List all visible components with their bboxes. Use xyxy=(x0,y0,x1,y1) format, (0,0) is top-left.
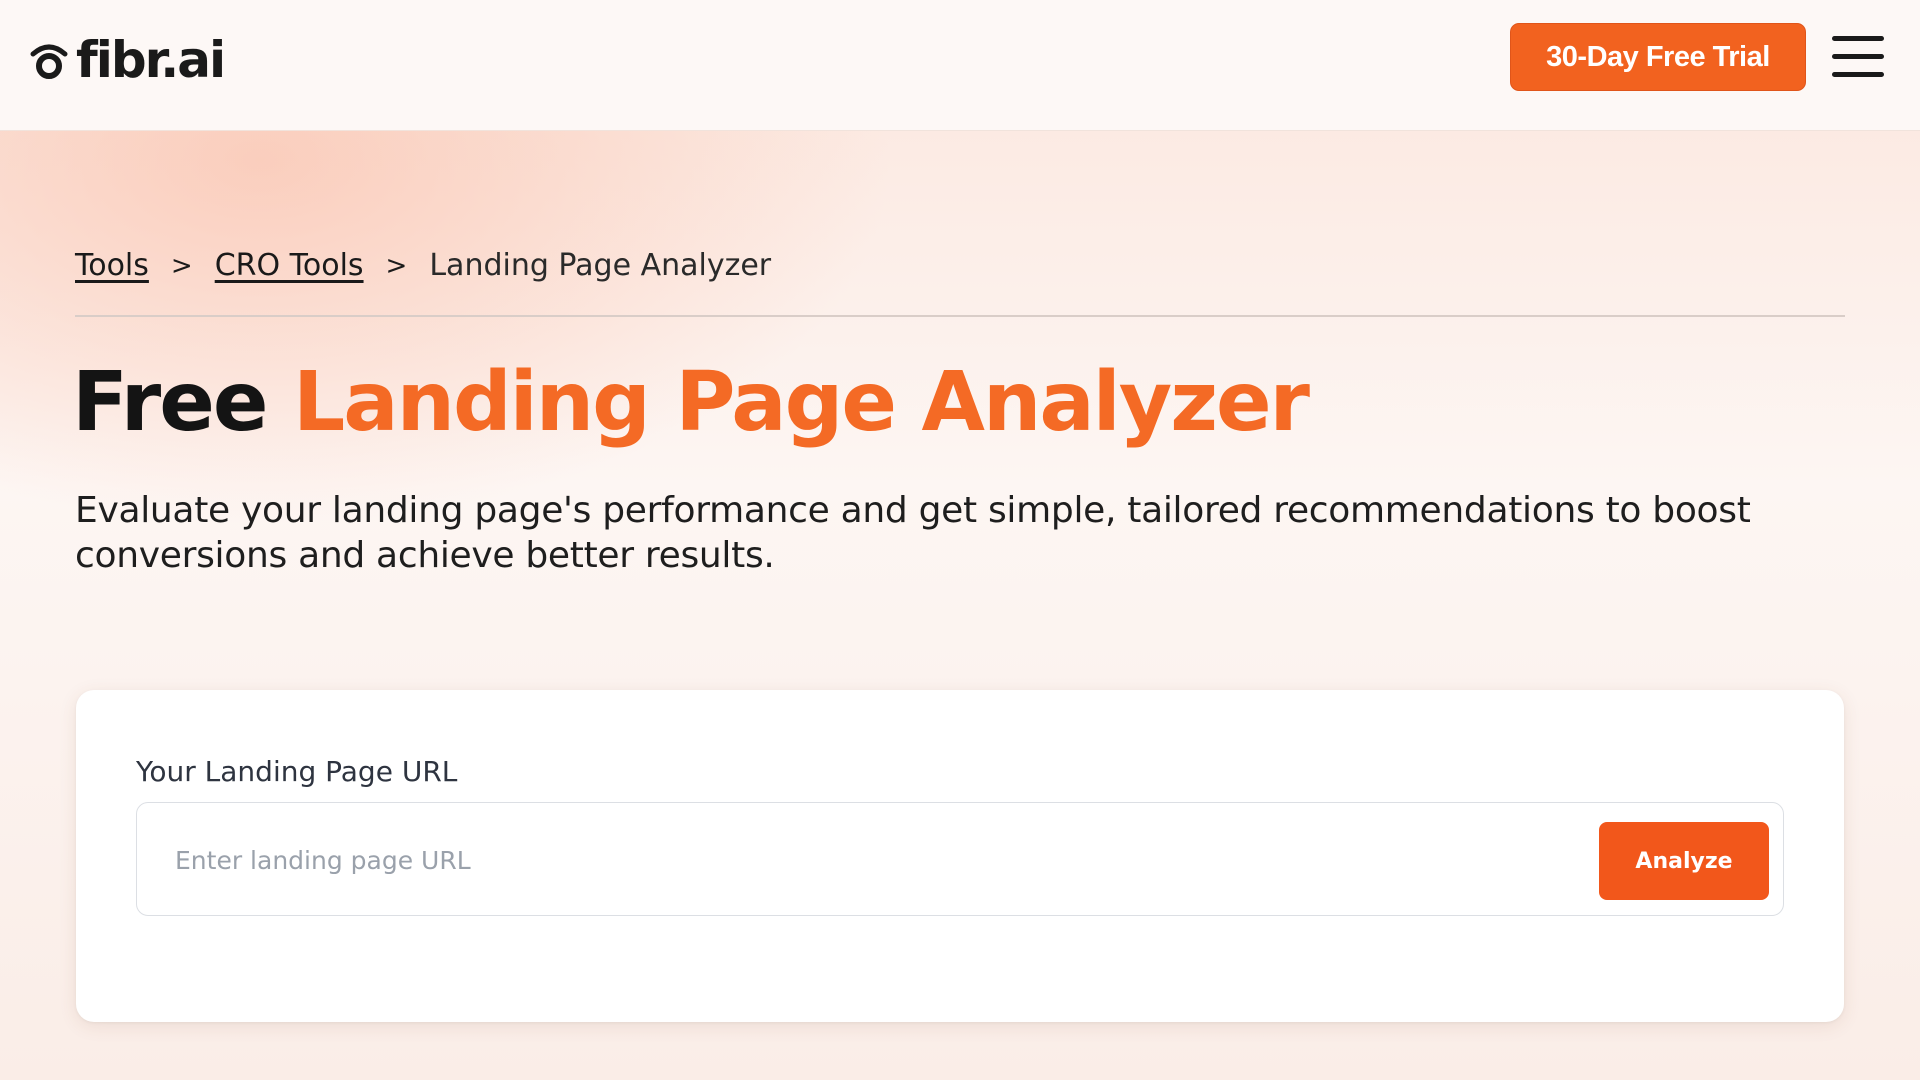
site-header: fibr.ai 30-Day Free Trial xyxy=(0,0,1920,131)
breadcrumb-link-tools[interactable]: Tools xyxy=(75,248,149,283)
breadcrumb: Tools > CRO Tools > Landing Page Analyze… xyxy=(75,248,771,283)
analyze-button[interactable]: Analyze xyxy=(1599,822,1769,900)
page-title-accent: Landing Page Analyzer xyxy=(293,355,1310,450)
page-title-plain: Free xyxy=(72,355,268,450)
breadcrumb-link-cro-tools[interactable]: CRO Tools xyxy=(215,248,364,283)
analyzer-form-card: Your Landing Page URL Analyze xyxy=(76,690,1844,1022)
page-title: Free Landing Page Analyzer xyxy=(72,355,1310,450)
breadcrumb-current: Landing Page Analyzer xyxy=(429,248,772,283)
section-divider xyxy=(75,315,1845,317)
breadcrumb-separator: > xyxy=(170,250,193,281)
page-subtitle: Evaluate your landing page's performance… xyxy=(75,490,1751,576)
brand-name: fibr.ai xyxy=(76,31,226,89)
landing-page-url-input[interactable] xyxy=(173,833,1577,887)
menu-bar xyxy=(1832,36,1884,41)
free-trial-button[interactable]: 30-Day Free Trial xyxy=(1510,23,1806,91)
fibr-logo-icon xyxy=(30,44,68,79)
url-input-container: Analyze xyxy=(136,802,1784,916)
brand-logo[interactable]: fibr.ai xyxy=(28,30,226,90)
menu-bar xyxy=(1832,54,1884,59)
page-background: fibr.ai 30-Day Free Trial Tools > CRO To… xyxy=(0,0,1920,1080)
hamburger-menu-icon[interactable] xyxy=(1832,36,1884,78)
breadcrumb-separator: > xyxy=(385,250,408,281)
menu-bar xyxy=(1832,72,1884,77)
url-field-label: Your Landing Page URL xyxy=(136,755,458,788)
